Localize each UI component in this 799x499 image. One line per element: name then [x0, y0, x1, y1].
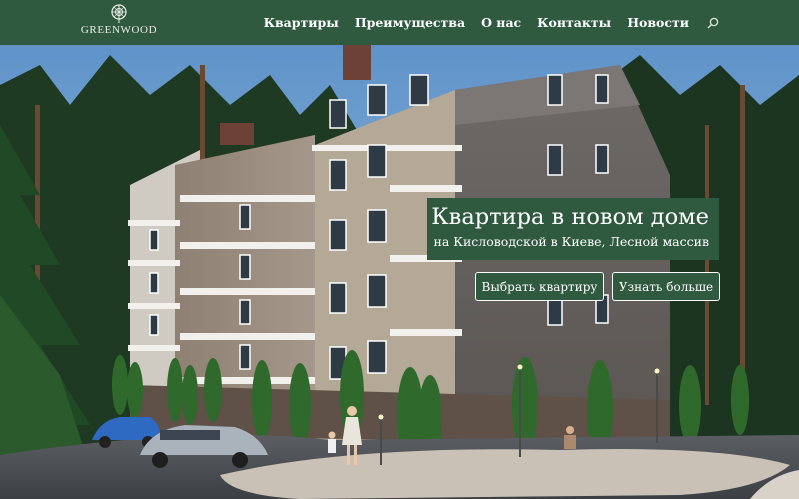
choose-apartment-button[interactable]: Выбрать квартиру — [475, 272, 604, 301]
nav-item-news[interactable]: Новости — [627, 15, 689, 30]
nav-item-advantages[interactable]: Преимущества — [355, 15, 465, 30]
main-nav: Квартиры Преимущества О нас Контакты Нов… — [264, 0, 719, 45]
tree-logo-icon — [111, 4, 127, 23]
search-icon[interactable] — [707, 17, 719, 29]
learn-more-button[interactable]: Узнать больше — [612, 272, 720, 301]
nav-item-contacts[interactable]: Контакты — [537, 15, 611, 30]
hero-title-box: Квартира в новом доме на Кисловодской в … — [427, 198, 719, 260]
nav-item-apartments[interactable]: Квартиры — [264, 15, 339, 30]
hero-title: Квартира в новом доме — [431, 204, 709, 230]
site-header: GREENWOOD Квартиры Преимущества О нас Ко… — [0, 0, 799, 45]
hero-banner: Квартира в новом доме на Кисловодской в … — [0, 45, 799, 499]
logo-text: GREENWOOD — [80, 24, 158, 36]
hero-subtitle: на Кисловодской в Киеве, Лесной массив — [433, 234, 709, 249]
logo[interactable]: GREENWOOD — [80, 4, 158, 40]
nav-item-about[interactable]: О нас — [481, 15, 521, 30]
